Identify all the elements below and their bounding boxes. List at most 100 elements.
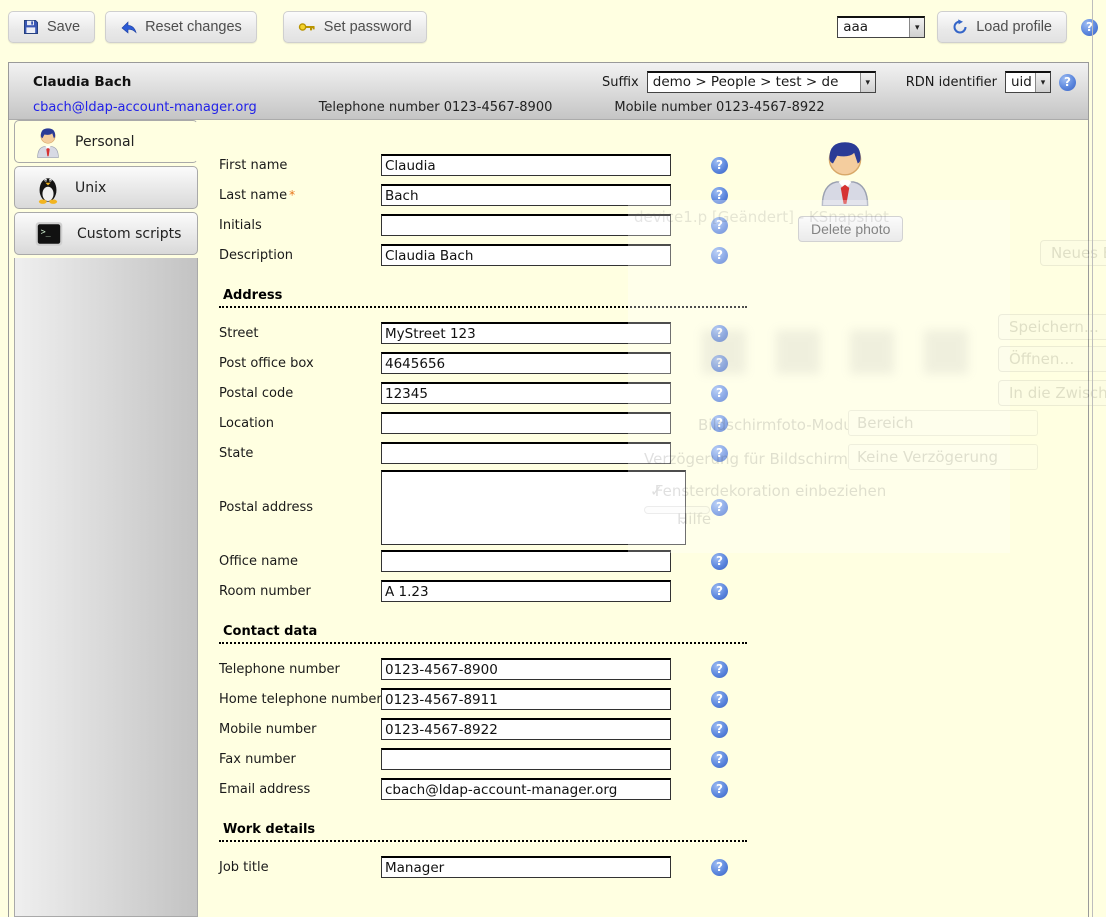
state-label: State xyxy=(219,446,381,461)
help-icon[interactable]: ? xyxy=(711,499,728,516)
rdn-label: RDN identifier xyxy=(906,75,997,90)
tab-personal-label: Personal xyxy=(75,134,135,150)
form-row: State ? xyxy=(219,438,1088,468)
help-icon[interactable]: ? xyxy=(711,781,728,798)
form-row: Job title ? xyxy=(219,852,1088,882)
telephone-input[interactable] xyxy=(381,658,671,680)
form-row: Postal code ? xyxy=(219,378,1088,408)
header-telephone: Telephone number 0123-4567-8900 xyxy=(319,100,553,115)
room-number-input[interactable] xyxy=(381,580,671,602)
profile-select-value: aaa xyxy=(838,18,909,37)
location-input[interactable] xyxy=(381,412,671,434)
form-row: Postal address ? xyxy=(219,468,1088,546)
help-icon[interactable]: ? xyxy=(711,859,728,876)
email-link[interactable]: cbach@ldap-account-manager.org xyxy=(33,100,257,115)
account-title: Claudia Bach xyxy=(33,74,131,90)
first-name-input[interactable] xyxy=(381,154,671,176)
form-row: Post office box ? xyxy=(219,348,1088,378)
scrollbar-divider[interactable] xyxy=(1092,0,1093,917)
form-row: Telephone number ? xyxy=(219,654,1088,684)
help-icon[interactable]: ? xyxy=(711,217,728,234)
office-name-input[interactable] xyxy=(381,550,671,572)
description-input[interactable] xyxy=(381,244,671,266)
form-row: Home telephone number ? xyxy=(219,684,1088,714)
home-telephone-input[interactable] xyxy=(381,688,671,710)
form-row: Office name ? xyxy=(219,546,1088,576)
last-name-input[interactable] xyxy=(381,184,671,206)
module-sidebar: Personal Unix >_ xyxy=(9,120,198,917)
help-icon[interactable]: ? xyxy=(711,445,728,462)
tux-icon xyxy=(35,172,61,204)
load-profile-label: Load profile xyxy=(976,19,1052,35)
form-row: Room number ? xyxy=(219,576,1088,606)
mobile-number-input[interactable] xyxy=(381,718,671,740)
help-icon[interactable]: ? xyxy=(711,691,728,708)
person-icon xyxy=(35,126,61,158)
tab-custom-scripts[interactable]: >_ Custom scripts xyxy=(14,212,198,255)
form-row: Location ? xyxy=(219,408,1088,438)
first-name-label: First name xyxy=(219,158,381,173)
fax-number-input[interactable] xyxy=(381,748,671,770)
email-address-input[interactable] xyxy=(381,778,671,800)
tab-custom-scripts-label: Custom scripts xyxy=(77,226,181,242)
form-row: Street ? xyxy=(219,318,1088,348)
key-icon xyxy=(298,20,316,34)
suffix-select-value: demo > People > test > de xyxy=(648,73,860,92)
address-section-heading: Address xyxy=(219,286,747,308)
initials-label: Initials xyxy=(219,218,381,233)
job-title-input[interactable] xyxy=(381,856,671,878)
load-profile-button[interactable]: Load profile xyxy=(937,11,1067,43)
tab-unix[interactable]: Unix xyxy=(14,166,198,209)
help-icon[interactable]: ? xyxy=(711,247,728,264)
street-input[interactable] xyxy=(381,322,671,344)
reload-icon xyxy=(952,19,968,35)
reset-changes-button[interactable]: Reset changes xyxy=(105,11,257,43)
help-icon[interactable]: ? xyxy=(711,157,728,174)
set-password-label: Set password xyxy=(324,19,412,35)
help-icon[interactable]: ? xyxy=(711,187,728,204)
street-label: Street xyxy=(219,326,381,341)
help-icon[interactable]: ? xyxy=(711,553,728,570)
save-button[interactable]: Save xyxy=(8,11,95,43)
last-name-label: Last name xyxy=(219,188,287,203)
room-number-label: Room number xyxy=(219,584,381,599)
email-address-label: Email address xyxy=(219,782,381,797)
help-icon[interactable]: ? xyxy=(711,751,728,768)
suffix-select[interactable]: demo > People > test > de ▾ xyxy=(647,71,876,93)
description-label: Description xyxy=(219,248,381,263)
postal-address-label: Postal address xyxy=(219,500,381,515)
user-photo xyxy=(816,138,874,206)
form-row: Fax number ? xyxy=(219,744,1088,774)
help-icon[interactable]: ? xyxy=(711,355,728,372)
postal-code-label: Postal code xyxy=(219,386,381,401)
postal-code-input[interactable] xyxy=(381,382,671,404)
header-mobile: Mobile number 0123-4567-8922 xyxy=(614,100,824,115)
postal-address-textarea[interactable] xyxy=(381,470,686,545)
job-title-label: Job title xyxy=(219,860,381,875)
initials-input[interactable] xyxy=(381,214,671,236)
set-password-button[interactable]: Set password xyxy=(283,11,427,43)
rdn-select[interactable]: uid ▾ xyxy=(1005,71,1051,93)
suffix-label: Suffix xyxy=(602,75,639,90)
account-page: Claudia Bach Suffix demo > People > test… xyxy=(8,62,1089,917)
delete-photo-button[interactable]: Delete photo xyxy=(798,216,903,242)
mobile-number-label: Mobile number xyxy=(219,722,381,737)
svg-text:>_: >_ xyxy=(41,226,52,236)
help-icon[interactable]: ? xyxy=(711,385,728,402)
account-header: Claudia Bach Suffix demo > People > test… xyxy=(9,63,1088,120)
location-label: Location xyxy=(219,416,381,431)
select-arrow-icon: ▾ xyxy=(1035,73,1050,92)
post-office-box-input[interactable] xyxy=(381,352,671,374)
floppy-icon xyxy=(23,19,39,35)
profile-select[interactable]: aaa ▾ xyxy=(837,16,925,38)
toolbar-help-icon[interactable]: ? xyxy=(1081,19,1098,36)
header-help-icon[interactable]: ? xyxy=(1059,74,1076,91)
undo-arrow-icon xyxy=(120,20,137,35)
help-icon[interactable]: ? xyxy=(711,661,728,678)
tab-personal[interactable]: Personal xyxy=(14,120,198,163)
help-icon[interactable]: ? xyxy=(711,415,728,432)
help-icon[interactable]: ? xyxy=(711,325,728,342)
help-icon[interactable]: ? xyxy=(711,583,728,600)
help-icon[interactable]: ? xyxy=(711,721,728,738)
state-input[interactable] xyxy=(381,442,671,464)
